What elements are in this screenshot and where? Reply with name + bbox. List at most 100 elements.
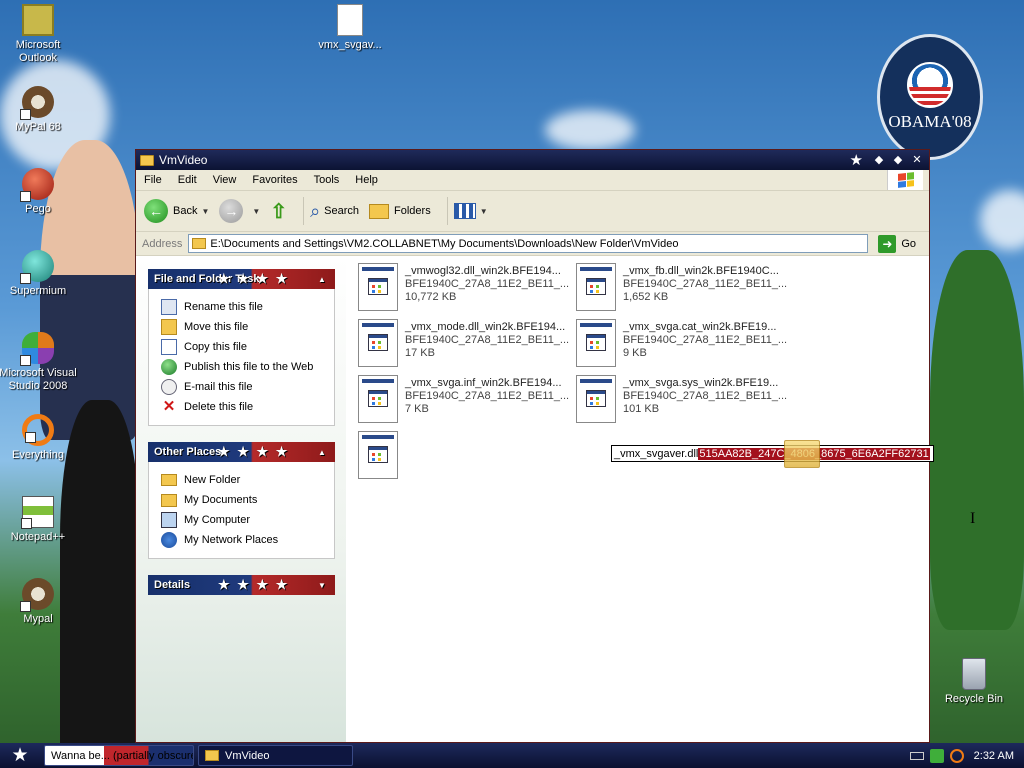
search-icon: ⌕ bbox=[310, 200, 321, 221]
task-rename[interactable]: Rename this file bbox=[161, 297, 334, 317]
rename-prefix: _vmx_svgaver.dll bbox=[614, 447, 699, 460]
task-header[interactable]: File and Folder Tasks ★ ★ ★ ★ ▲ bbox=[148, 269, 335, 289]
copy-icon bbox=[161, 339, 177, 355]
menu-view[interactable]: View bbox=[205, 174, 245, 186]
up-arrow-icon: ⇧ bbox=[270, 200, 288, 223]
go-arrow-icon: ➜ bbox=[878, 234, 897, 253]
menu-edit[interactable]: Edit bbox=[170, 174, 205, 186]
keyboard-icon[interactable] bbox=[909, 751, 924, 760]
place-new-folder[interactable]: New Folder bbox=[161, 470, 334, 490]
title-bar[interactable]: VmVideo ★ ◆ ◆ ✕ bbox=[136, 150, 929, 170]
campaign-logo-icon bbox=[907, 62, 953, 108]
folders-button[interactable]: Folders bbox=[369, 203, 431, 219]
desktop-icon-mypal68[interactable]: MyPal 68 bbox=[0, 86, 78, 134]
task-delete[interactable]: ✕ Delete this file bbox=[161, 397, 334, 417]
file-type: BFE1940C_27A8_11E2_BE11_... bbox=[405, 334, 570, 346]
task-publish[interactable]: Publish this file to the Web bbox=[161, 357, 334, 377]
my-documents-icon bbox=[161, 493, 177, 507]
supermium-icon bbox=[20, 250, 54, 284]
notepadpp-icon bbox=[21, 496, 54, 529]
task-move[interactable]: Move this file bbox=[161, 317, 334, 337]
up-folder-button[interactable]: ⇧ bbox=[270, 199, 287, 224]
file-item-renaming[interactable] bbox=[358, 431, 406, 481]
folder-icon bbox=[192, 238, 207, 249]
network-icon[interactable] bbox=[929, 748, 944, 763]
star-icon: ★ bbox=[849, 152, 863, 169]
task-header[interactable]: Details ★ ★ ★ ★ ▼ bbox=[148, 575, 335, 595]
chevron-down-icon[interactable]: ▼ bbox=[480, 207, 488, 216]
file-item[interactable]: _vmx_svga.cat_win2k.BFE19... BFE1940C_27A… bbox=[576, 319, 787, 369]
go-button[interactable]: ➜ Go bbox=[878, 234, 917, 253]
file-item[interactable]: _vmx_svga.inf_win2k.BFE194... BFE1940C_27… bbox=[358, 375, 569, 425]
desktop-icon-recycle-bin[interactable]: Recycle Bin bbox=[934, 658, 1014, 706]
address-field[interactable]: E:\Documents and Settings\VM2.COLLABNET\… bbox=[188, 234, 869, 253]
desktop-icon-outlook[interactable]: Microsoft Outlook bbox=[0, 4, 78, 65]
start-button[interactable]: ★ bbox=[0, 743, 40, 768]
place-my-documents[interactable]: My Documents bbox=[161, 490, 334, 510]
desktop-icon-mypal[interactable]: Mypal bbox=[0, 578, 78, 626]
clock[interactable]: 2:32 AM bbox=[974, 750, 1014, 762]
menu-favorites[interactable]: Favorites bbox=[244, 174, 305, 186]
close-button[interactable]: ✕ bbox=[909, 152, 925, 167]
desktop-icon-supermium[interactable]: Supermium bbox=[0, 250, 78, 298]
chevron-down-icon[interactable]: ▼ bbox=[201, 207, 209, 216]
cloud bbox=[980, 190, 1024, 250]
search-button[interactable]: ⌕ Search bbox=[310, 201, 359, 222]
search-icon[interactable] bbox=[949, 748, 964, 763]
menu-file[interactable]: File bbox=[136, 174, 170, 186]
views-button[interactable]: ▼ bbox=[453, 203, 488, 219]
task-label: E-mail this file bbox=[184, 381, 253, 393]
desktop-icon-label: Everything bbox=[12, 449, 64, 461]
file-item[interactable]: _vmx_fb.dll_win2k.BFE1940C... BFE1940C_27… bbox=[576, 263, 787, 313]
minimize-button[interactable]: ◆ bbox=[871, 152, 887, 167]
expand-icon[interactable]: ▼ bbox=[315, 578, 329, 592]
desktop-icon-label: vmx_svgav... bbox=[318, 39, 382, 51]
forward-button[interactable]: → ▼ bbox=[219, 199, 260, 223]
file-folder-tasks: File and Folder Tasks ★ ★ ★ ★ ▲ Rename t… bbox=[148, 269, 335, 426]
menu-bar: File Edit View Favorites Tools Help bbox=[136, 170, 929, 191]
badge-text: OBAMA'08 bbox=[888, 112, 972, 131]
file-item[interactable]: _vmx_mode.dll_win2k.BFE194... BFE1940C_27… bbox=[358, 319, 570, 369]
dll-file-icon bbox=[337, 4, 363, 36]
computer-icon bbox=[161, 512, 177, 528]
dragged-folder-icon bbox=[784, 440, 820, 468]
stars-decoration: ★ ★ ★ ★ bbox=[218, 444, 290, 459]
task-copy[interactable]: Copy this file bbox=[161, 337, 334, 357]
back-button[interactable]: ← Back ▼ bbox=[144, 199, 209, 223]
file-type: BFE1940C_27A8_11E2_BE11_... bbox=[405, 278, 570, 290]
go-label: Go bbox=[901, 237, 917, 250]
cat-file-icon bbox=[576, 319, 616, 367]
outlook-icon bbox=[22, 4, 54, 36]
folders-label: Folders bbox=[394, 205, 431, 217]
file-item[interactable]: _vmwogl32.dll_win2k.BFE194... BFE1940C_27… bbox=[358, 263, 570, 313]
desktop-icon-label: Supermium bbox=[9, 285, 67, 297]
desktop-icon-notepadpp[interactable]: Notepad++ bbox=[0, 496, 78, 544]
desktop-icon-visual-studio[interactable]: Microsoft Visual Studio 2008 bbox=[0, 332, 78, 393]
chevron-down-icon[interactable]: ▼ bbox=[252, 207, 260, 216]
collapse-icon[interactable]: ▲ bbox=[315, 445, 329, 459]
place-my-computer[interactable]: My Computer bbox=[161, 510, 334, 530]
taskbar-task-partial[interactable]: Wanna be... (partially obscured) bbox=[44, 745, 194, 766]
desktop-icon-pego[interactable]: Pego bbox=[0, 168, 78, 216]
file-item[interactable]: _vmx_svga.sys_win2k.BFE19... BFE1940C_27A… bbox=[576, 375, 787, 425]
place-my-network[interactable]: My Network Places bbox=[161, 530, 334, 550]
taskbar-task-vmvideo[interactable]: VmVideo bbox=[198, 745, 353, 766]
collapse-icon[interactable]: ▲ bbox=[315, 272, 329, 286]
desktop-icon-label: Recycle Bin bbox=[944, 693, 1004, 705]
menu-tools[interactable]: Tools bbox=[306, 174, 348, 186]
toolbar: ← Back ▼ → ▼ ⇧ ⌕ Search Folders ▼ bbox=[136, 191, 929, 232]
desktop-icon-everything[interactable]: Everything bbox=[0, 414, 78, 462]
back-label: Back bbox=[173, 205, 198, 217]
window-title: VmVideo bbox=[159, 153, 208, 167]
maximize-button[interactable]: ◆ bbox=[890, 152, 906, 167]
move-icon bbox=[161, 319, 177, 335]
dll-file-icon bbox=[576, 263, 616, 311]
desktop-icon-vmx-svgaver[interactable]: vmx_svgav... bbox=[310, 4, 390, 52]
raccoon-icon bbox=[20, 86, 54, 120]
menu-help[interactable]: Help bbox=[347, 174, 386, 186]
rename-input[interactable]: _vmx_svgaver.dll515AA82B_247C_4806_8675_… bbox=[611, 445, 934, 462]
task-email[interactable]: E-mail this file bbox=[161, 377, 334, 397]
place-label: My Network Places bbox=[184, 534, 279, 546]
task-header[interactable]: Other Places ★ ★ ★ ★ ▲ bbox=[148, 442, 335, 462]
text-cursor-icon: I bbox=[970, 510, 976, 527]
